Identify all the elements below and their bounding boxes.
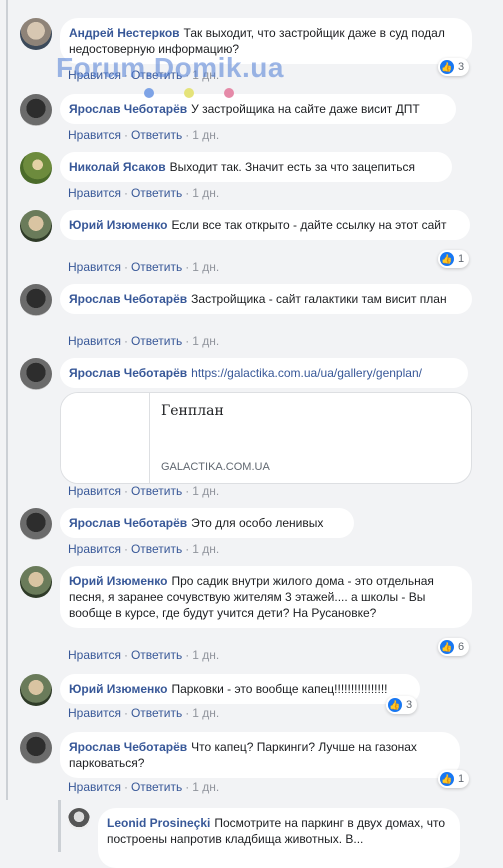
timestamp[interactable]: 1 дн.: [192, 186, 219, 200]
link-title[interactable]: Генплан: [161, 403, 224, 419]
avatar[interactable]: [20, 210, 52, 242]
comment-text: Парковки - это вообще капец!!!!!!!!!!!!!…: [171, 682, 388, 696]
like-link[interactable]: Нравится: [68, 186, 121, 200]
watermark-dot: [144, 88, 154, 98]
comment-author[interactable]: Юрий Изюменко: [69, 574, 167, 588]
avatar[interactable]: [20, 358, 52, 390]
like-link[interactable]: Нравится: [68, 780, 121, 794]
like-link[interactable]: Нравится: [68, 648, 121, 662]
comment-bubble: Ярослав Чеботарёв Застройщика - сайт гала…: [60, 284, 472, 314]
avatar[interactable]: [68, 808, 90, 830]
timestamp[interactable]: 1 дн.: [192, 780, 219, 794]
comment-actions: Нравится · Ответить · 1 дн.: [68, 484, 220, 498]
timestamp[interactable]: 1 дн.: [192, 260, 219, 274]
comment-bubble: Юрий Изюменко Парковки - это вообще капец…: [60, 674, 420, 704]
comment-bubble: Ярослав Чеботарёв https://galactika.com.u…: [60, 358, 468, 388]
comment-actions: Нравится · Ответить · 1 дн.: [68, 186, 220, 200]
link-thumbnail: [61, 393, 150, 483]
like-link[interactable]: Нравится: [68, 128, 121, 142]
comment-bubble: Юрий Изюменко Если все так открыто - дайт…: [60, 210, 470, 240]
like-link[interactable]: Нравится: [68, 706, 121, 720]
timestamp[interactable]: 1 дн.: [192, 68, 219, 82]
comment-author[interactable]: Leonid Prosineçki: [107, 816, 210, 830]
like-link[interactable]: Нравится: [68, 484, 121, 498]
comment-text: Выходит так. Значит есть за что зацепить…: [169, 160, 415, 174]
timestamp[interactable]: 1 дн.: [192, 334, 219, 348]
comment-actions: Нравится · Ответить · 1 дн.: [68, 780, 220, 794]
reply-link[interactable]: Ответить: [131, 780, 182, 794]
comment-bubble: Юрий Изюменко Про садик внутри жилого дом…: [60, 566, 472, 628]
reply-link[interactable]: Ответить: [131, 334, 182, 348]
link-preview-card[interactable]: Генплан GALACTIKA.COM.UA: [60, 392, 472, 484]
comment-link[interactable]: https://galactika.com.ua/ua/gallery/genp…: [191, 366, 422, 380]
timestamp[interactable]: 1 дн.: [192, 484, 219, 498]
reply-link[interactable]: Ответить: [131, 186, 182, 200]
avatar[interactable]: [20, 18, 52, 50]
comment-text: Если все так открыто - дайте ссылку на э…: [171, 218, 447, 232]
reply-link[interactable]: Ответить: [131, 542, 182, 556]
reply-link[interactable]: Ответить: [131, 260, 182, 274]
comment-text: Это для особо ленивых: [191, 516, 324, 530]
comment-author[interactable]: Николай Ясаков: [69, 160, 166, 174]
reaction-count[interactable]: 👍 1: [438, 770, 470, 788]
comment-bubble: Ярослав Чеботарёв У застройщика на сайте …: [60, 94, 456, 124]
like-icon: 👍: [388, 698, 402, 712]
comment-author[interactable]: Ярослав Чеботарёв: [69, 102, 187, 116]
timestamp[interactable]: 1 дн.: [192, 706, 219, 720]
reply-link[interactable]: Ответить: [131, 68, 182, 82]
avatar[interactable]: [20, 732, 52, 764]
watermark-dot: [224, 88, 234, 98]
timestamp[interactable]: 1 дн.: [192, 128, 219, 142]
like-link[interactable]: Нравится: [68, 260, 121, 274]
comment-actions: Нравится · Ответить · 1 дн.: [68, 128, 220, 142]
comment-actions: Нравится · Ответить · 1 дн.: [68, 334, 220, 348]
reaction-count[interactable]: 👍 3: [438, 58, 470, 76]
like-icon: 👍: [440, 772, 454, 786]
timestamp[interactable]: 1 дн.: [192, 648, 219, 662]
comment-bubble: Leonid Prosineçki Посмотрите на паркинг в…: [98, 808, 460, 868]
like-link[interactable]: Нравится: [68, 334, 121, 348]
reply-link[interactable]: Ответить: [131, 128, 182, 142]
avatar[interactable]: [20, 284, 52, 316]
like-link[interactable]: Нравится: [68, 68, 121, 82]
thread-line: [6, 0, 8, 800]
reply-link[interactable]: Ответить: [131, 706, 182, 720]
comment-actions: Нравится · Ответить · 1 дн.: [68, 706, 220, 720]
avatar[interactable]: [20, 152, 52, 184]
reaction-count[interactable]: 👍 6: [438, 638, 470, 656]
avatar[interactable]: [20, 94, 52, 126]
comment-bubble: Андрей Нестерков Так выходит, что застрой…: [60, 18, 472, 64]
reaction-count[interactable]: 👍 3: [386, 696, 418, 714]
comment-author[interactable]: Андрей Нестерков: [69, 26, 180, 40]
like-link[interactable]: Нравится: [68, 542, 121, 556]
watermark-dot: [184, 88, 194, 98]
timestamp[interactable]: 1 дн.: [192, 542, 219, 556]
comment-actions: Нравится · Ответить · 1 дн.: [68, 648, 220, 662]
reaction-count[interactable]: 👍 1: [438, 250, 470, 268]
reply-link[interactable]: Ответить: [131, 648, 182, 662]
comment-text: У застройщика на сайте даже висит ДПТ: [191, 102, 420, 116]
comment-author[interactable]: Ярослав Чеботарёв: [69, 292, 187, 306]
like-icon: 👍: [440, 60, 454, 74]
comment-actions: Нравится · Ответить · 1 дн.: [68, 542, 220, 556]
comment-author[interactable]: Ярослав Чеботарёв: [69, 366, 187, 380]
comment-bubble: Николай Ясаков Выходит так. Значит есть з…: [60, 152, 452, 182]
avatar[interactable]: [20, 674, 52, 706]
avatar[interactable]: [20, 508, 52, 540]
like-icon: 👍: [440, 640, 454, 654]
comment-actions: Нравится · Ответить · 1 дн.: [68, 260, 220, 274]
reply-thread-line: [58, 800, 61, 852]
comment-author[interactable]: Ярослав Чеботарёв: [69, 740, 187, 754]
comment-author[interactable]: Ярослав Чеботарёв: [69, 516, 187, 530]
comment-author[interactable]: Юрий Изюменко: [69, 682, 167, 696]
comment-bubble: Ярослав Чеботарёв Это для особо ленивых: [60, 508, 354, 538]
link-domain: GALACTIKA.COM.UA: [161, 461, 270, 473]
comment-actions: Нравится · Ответить · 1 дн.: [68, 68, 220, 82]
comment-author[interactable]: Юрий Изюменко: [69, 218, 167, 232]
comment-text: Застройщика - сайт галактики там висит п…: [191, 292, 447, 306]
avatar[interactable]: [20, 566, 52, 598]
reply-link[interactable]: Ответить: [131, 484, 182, 498]
like-icon: 👍: [440, 252, 454, 266]
comment-bubble: Ярослав Чеботарёв Что капец? Паркинги? Лу…: [60, 732, 460, 778]
